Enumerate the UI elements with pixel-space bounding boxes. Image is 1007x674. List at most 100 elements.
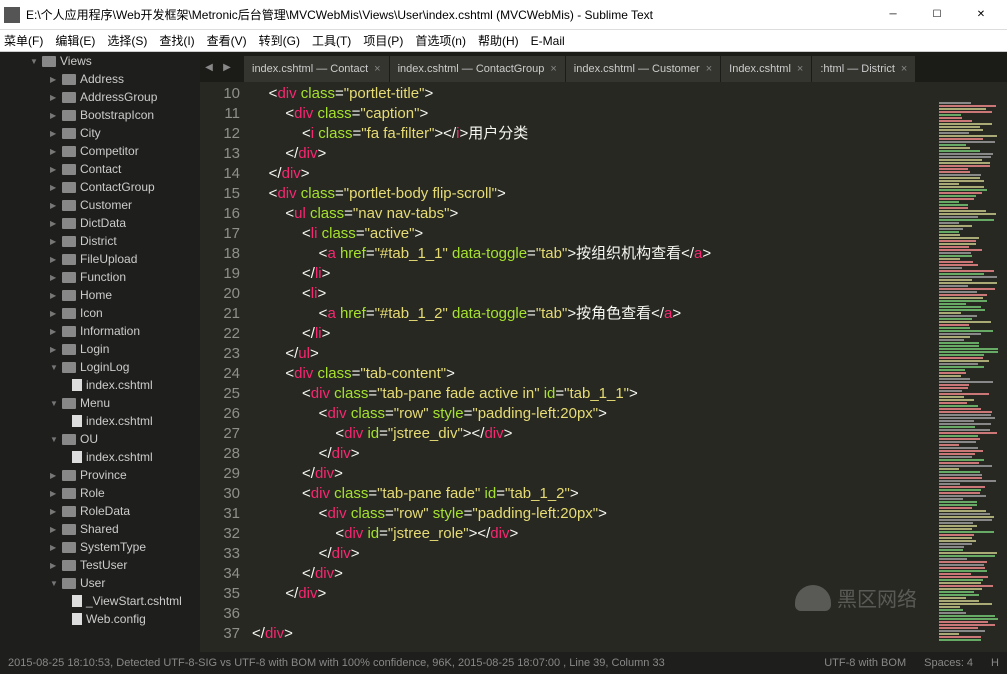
sidebar-folder[interactable]: ▶District <box>0 232 200 250</box>
sidebar-folder[interactable]: ▶Contact <box>0 160 200 178</box>
editor-tab[interactable]: Index.cshtml× <box>721 56 811 82</box>
minimap[interactable] <box>935 82 1007 652</box>
sidebar-file[interactable]: index.cshtml <box>0 376 200 394</box>
code-editor[interactable]: 1011121314151617181920212223242526272829… <box>200 82 1007 652</box>
code-line[interactable]: <div id="jstree_role"></div> <box>252 524 935 544</box>
sidebar-folder[interactable]: ▶Customer <box>0 196 200 214</box>
code-line[interactable]: <i class="fa fa-filter"></i>用户分类 <box>252 124 935 144</box>
code-line[interactable]: </ul> <box>252 344 935 364</box>
status-spaces[interactable]: Spaces: 4 <box>924 657 973 669</box>
line-number: 24 <box>200 364 240 384</box>
sidebar-folder[interactable]: ▶RoleData <box>0 502 200 520</box>
close-button[interactable]: ✕ <box>959 1 1003 29</box>
sidebar-folder[interactable]: ▶ContactGroup <box>0 178 200 196</box>
sidebar-folder[interactable]: ▼LoginLog <box>0 358 200 376</box>
maximize-button[interactable]: ☐ <box>915 1 959 29</box>
code-line[interactable]: </div> <box>252 464 935 484</box>
sidebar-folder[interactable]: ▶BootstrapIcon <box>0 106 200 124</box>
code-line[interactable]: <div class="portlet-body flip-scroll"> <box>252 184 935 204</box>
menu-item[interactable]: 工具(T) <box>312 32 351 49</box>
code-line[interactable]: <a href="#tab_1_1" data-toggle="tab">按组织… <box>252 244 935 264</box>
code-line[interactable]: <a href="#tab_1_2" data-toggle="tab">按角色… <box>252 304 935 324</box>
code-line[interactable] <box>252 604 935 624</box>
sidebar-folder[interactable]: ▶Shared <box>0 520 200 538</box>
menu-item[interactable]: 项目(P) <box>363 32 403 49</box>
sidebar-folder[interactable]: ▶Role <box>0 484 200 502</box>
code-line[interactable]: </div> <box>252 444 935 464</box>
sidebar-file[interactable]: Web.config <box>0 610 200 628</box>
sidebar-folder[interactable]: ▶Icon <box>0 304 200 322</box>
code-line[interactable]: </div> <box>252 624 935 644</box>
sidebar-folder[interactable]: ▼OU <box>0 430 200 448</box>
menu-item[interactable]: 菜单(F) <box>4 32 43 49</box>
code-line[interactable]: <div class="caption"> <box>252 104 935 124</box>
tabbar: ◀ ▶ index.cshtml — Contact×index.cshtml … <box>200 52 1007 82</box>
code-content[interactable]: <div class="portlet-title"> <div class="… <box>252 82 935 652</box>
code-line[interactable]: </li> <box>252 324 935 344</box>
code-line[interactable]: <div class="portlet-title"> <box>252 84 935 104</box>
code-line[interactable]: </div> <box>252 164 935 184</box>
close-icon[interactable]: × <box>797 63 803 75</box>
sidebar-folder[interactable]: ▶Address <box>0 70 200 88</box>
code-line[interactable]: </div> <box>252 144 935 164</box>
sidebar-folder[interactable]: ▶Home <box>0 286 200 304</box>
code-line[interactable]: <li class="active"> <box>252 224 935 244</box>
sidebar-folder[interactable]: ▶DictData <box>0 214 200 232</box>
sidebar-folder[interactable]: ▶Competitor <box>0 142 200 160</box>
sidebar-folder[interactable]: ▶FileUpload <box>0 250 200 268</box>
sidebar-folder[interactable]: ▶Login <box>0 340 200 358</box>
line-number: 26 <box>200 404 240 424</box>
code-line[interactable]: </div> <box>252 584 935 604</box>
sidebar-folder[interactable]: ▶AddressGroup <box>0 88 200 106</box>
sidebar-folder[interactable]: ▼User <box>0 574 200 592</box>
sidebar-folder[interactable]: ▶TestUser <box>0 556 200 574</box>
code-line[interactable]: <div class="tab-pane fade active in" id=… <box>252 384 935 404</box>
sidebar-file[interactable]: _ViewStart.cshtml <box>0 592 200 610</box>
code-line[interactable]: <div id="jstree_div"></div> <box>252 424 935 444</box>
code-line[interactable]: <ul class="nav nav-tabs"> <box>252 204 935 224</box>
sidebar[interactable]: ▼ Views ▶Address▶AddressGroup▶BootstrapI… <box>0 52 200 652</box>
sidebar-folder[interactable]: ▶SystemType <box>0 538 200 556</box>
code-line[interactable]: <div class="tab-pane fade" id="tab_1_2"> <box>252 484 935 504</box>
editor-tab[interactable]: index.cshtml — ContactGroup × <box>390 56 565 82</box>
menu-item[interactable]: E-Mail <box>531 34 565 48</box>
menu-item[interactable]: 首选项(n) <box>415 32 466 49</box>
close-icon[interactable]: × <box>706 63 712 75</box>
close-icon[interactable]: × <box>374 63 380 75</box>
sidebar-folder[interactable]: ▶Information <box>0 322 200 340</box>
close-icon[interactable]: × <box>901 63 907 75</box>
tab-scroll-left-icon[interactable]: ◀ <box>200 62 218 73</box>
status-syntax[interactable]: H <box>991 657 999 669</box>
sidebar-folder[interactable]: ▼Menu <box>0 394 200 412</box>
sidebar-folder[interactable]: ▶City <box>0 124 200 142</box>
status-encoding[interactable]: UTF-8 with BOM <box>824 657 906 669</box>
code-line[interactable]: <li> <box>252 284 935 304</box>
minimize-button[interactable]: ─ <box>871 1 915 29</box>
menu-item[interactable]: 查找(I) <box>159 32 194 49</box>
menu-item[interactable]: 转到(G) <box>259 32 300 49</box>
window-titlebar: E:\个人应用程序\Web开发框架\Metronic后台管理\MVCWebMis… <box>0 0 1007 30</box>
menu-item[interactable]: 查看(V) <box>207 32 247 49</box>
chevron-right-icon: ▶ <box>50 201 62 210</box>
close-icon[interactable]: × <box>550 63 556 75</box>
menu-item[interactable]: 选择(S) <box>107 32 147 49</box>
code-line[interactable]: </div> <box>252 544 935 564</box>
code-line[interactable]: <div class="row" style="padding-left:20p… <box>252 504 935 524</box>
code-line[interactable]: </li> <box>252 264 935 284</box>
editor-tab[interactable]: index.cshtml — Customer× <box>566 56 720 82</box>
tab-scroll-right-icon[interactable]: ▶ <box>218 62 236 73</box>
sidebar-root[interactable]: ▼ Views <box>0 52 200 70</box>
sidebar-item-label: Icon <box>80 306 103 320</box>
sidebar-file[interactable]: index.cshtml <box>0 412 200 430</box>
tab-label: index.cshtml — ContactGroup <box>398 63 545 75</box>
sidebar-folder[interactable]: ▶Province <box>0 466 200 484</box>
editor-tab[interactable]: index.cshtml — Contact× <box>244 56 389 82</box>
sidebar-folder[interactable]: ▶Function <box>0 268 200 286</box>
menu-item[interactable]: 帮助(H) <box>478 32 519 49</box>
editor-tab[interactable]: :html — District× <box>812 56 915 82</box>
sidebar-file[interactable]: index.cshtml <box>0 448 200 466</box>
code-line[interactable]: <div class="row" style="padding-left:20p… <box>252 404 935 424</box>
menu-item[interactable]: 编辑(E) <box>55 32 95 49</box>
code-line[interactable]: </div> <box>252 564 935 584</box>
code-line[interactable]: <div class="tab-content"> <box>252 364 935 384</box>
